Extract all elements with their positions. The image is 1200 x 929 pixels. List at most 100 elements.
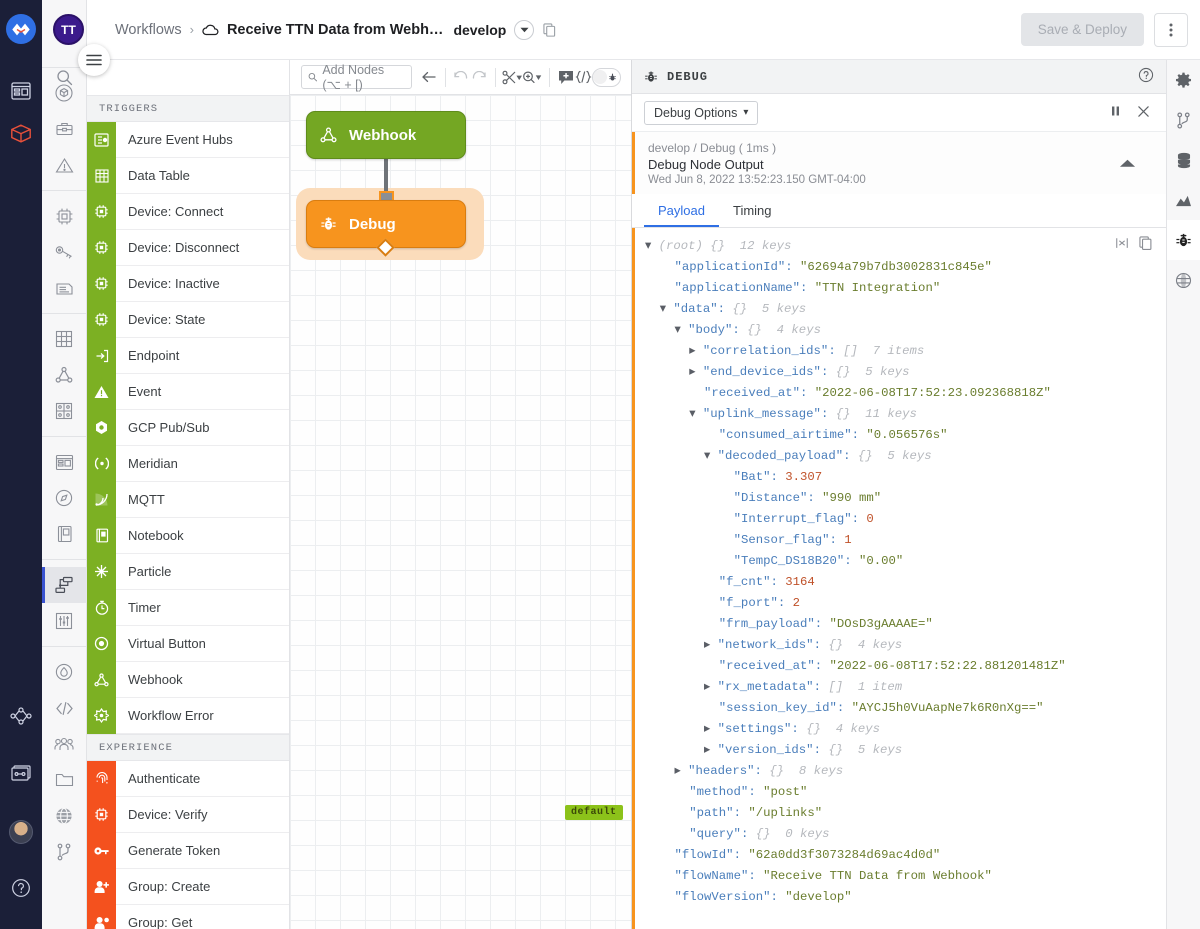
save-and-deploy-button[interactable]: Save & Deploy xyxy=(1020,13,1144,46)
nav-data-logs[interactable] xyxy=(42,270,87,306)
expand-collapse-icon[interactable] xyxy=(1115,236,1129,258)
nav-events[interactable] xyxy=(42,147,87,183)
chart-icon[interactable] xyxy=(1167,180,1200,220)
palette-item-device-disconnect[interactable]: Device: Disconnect xyxy=(87,229,289,266)
braces-icon[interactable] xyxy=(574,64,592,91)
layers-icon[interactable] xyxy=(0,753,42,795)
debug-toggle[interactable] xyxy=(592,67,621,87)
payload-line[interactable]: "Interrupt_flag": 0 xyxy=(645,509,1166,530)
nav-overview[interactable] xyxy=(42,75,87,111)
payload-line[interactable]: "f_cnt": 3164 xyxy=(645,572,1166,593)
payload-line[interactable]: ▾ "uplink_message": {} 11 keys xyxy=(645,404,1166,425)
help-circle-icon[interactable] xyxy=(1138,67,1154,86)
caret-closed-icon[interactable]: ▸ xyxy=(704,722,710,736)
add-nodes-search-input[interactable]: Add Nodes (⌥ + [) xyxy=(301,63,412,92)
payload-line[interactable]: "query": {} 0 keys xyxy=(645,824,1166,845)
caret-open-icon[interactable]: ▾ xyxy=(645,239,651,253)
payload-line[interactable]: "flowVersion": "develop" xyxy=(645,887,1166,908)
payload-line[interactable]: ▸ "rx_metadata": [] 1 item xyxy=(645,677,1166,698)
tab-timing[interactable]: Timing xyxy=(719,194,786,227)
payload-line[interactable]: "flowName": "Receive TTN Data from Webho… xyxy=(645,866,1166,887)
question-circle-icon[interactable] xyxy=(0,867,42,909)
palette-item-particle[interactable]: Particle xyxy=(87,553,289,590)
hamburger-icon[interactable] xyxy=(78,44,110,76)
palette-item-device-inactive[interactable]: Device: Inactive xyxy=(87,265,289,302)
payload-line[interactable]: ▾ (root) {} 12 keys xyxy=(645,236,1166,257)
arrow-left-icon[interactable] xyxy=(421,64,438,91)
payload-line[interactable]: "applicationId": "62694a79b7db3002831c84… xyxy=(645,257,1166,278)
caret-closed-icon[interactable]: ▸ xyxy=(704,638,710,652)
payload-line[interactable]: ▾ "body": {} 4 keys xyxy=(645,320,1166,341)
copy-icon[interactable] xyxy=(543,22,556,37)
database-icon[interactable] xyxy=(1167,140,1200,180)
payload-line[interactable]: "method": "post" xyxy=(645,782,1166,803)
globe-icon[interactable] xyxy=(1167,260,1200,300)
caret-open-icon[interactable]: ▾ xyxy=(660,302,666,316)
palette-item-gcp-pubsub[interactable]: GCP Pub/Sub xyxy=(87,409,289,446)
dashboard-icon[interactable] xyxy=(0,70,42,112)
payload-line[interactable]: "Distance": "990 mm" xyxy=(645,488,1166,509)
caret-open-icon[interactable]: ▾ xyxy=(675,323,681,337)
payload-line[interactable]: ▸ "version_ids": {} 5 keys xyxy=(645,740,1166,761)
caret-closed-icon[interactable]: ▸ xyxy=(689,365,695,379)
nav-experience[interactable] xyxy=(42,480,87,516)
nav-users[interactable] xyxy=(42,726,87,762)
payload-line[interactable]: "applicationName": "TTN Integration" xyxy=(645,278,1166,299)
user-avatar[interactable]: TT xyxy=(53,14,84,45)
payload-line[interactable]: "Sensor_flag": 1 xyxy=(645,530,1166,551)
palette-item-data-table[interactable]: Data Table xyxy=(87,157,289,194)
payload-line[interactable]: ▸ "correlation_ids": [] 7 items xyxy=(645,341,1166,362)
tab-payload[interactable]: Payload xyxy=(644,194,719,227)
payload-line[interactable]: "path": "/uplinks" xyxy=(645,803,1166,824)
caret-closed-icon[interactable]: ▸ xyxy=(675,764,681,778)
payload-line[interactable]: "consumed_airtime": "0.056576s" xyxy=(645,425,1166,446)
caret-closed-icon[interactable]: ▸ xyxy=(689,344,695,358)
nav-domains[interactable] xyxy=(42,798,87,834)
nav-notebooks[interactable] xyxy=(42,516,87,552)
payload-line[interactable]: ▾ "decoded_payload": {} 5 keys xyxy=(645,446,1166,467)
nodes-icon[interactable] xyxy=(0,695,42,737)
workflow-canvas[interactable]: Webhook Debug default xyxy=(290,95,631,929)
close-icon[interactable] xyxy=(1137,105,1150,121)
branch-icon[interactable] xyxy=(1167,100,1200,140)
nav-data-tables[interactable] xyxy=(42,321,87,357)
bug-icon[interactable] xyxy=(1166,220,1200,260)
palette-item-device-connect[interactable]: Device: Connect xyxy=(87,193,289,230)
debug-options-button[interactable]: Debug Options ▾ xyxy=(644,100,759,125)
payload-line[interactable]: "TempC_DS18B20": "0.00" xyxy=(645,551,1166,572)
payload-line[interactable]: "session_key_id": "AYCJ5h0VuAapNe7k6R0nX… xyxy=(645,698,1166,719)
chevron-up-icon[interactable] xyxy=(1119,156,1136,171)
payload-line[interactable]: "Bat": 3.307 xyxy=(645,467,1166,488)
palette-item-azure-event-hubs[interactable]: Azure Event Hubs xyxy=(87,121,289,158)
nav-folders[interactable] xyxy=(42,762,87,798)
losant-logo-icon[interactable] xyxy=(6,14,36,44)
caret-closed-icon[interactable]: ▸ xyxy=(704,680,710,694)
palette-item-timer[interactable]: Timer xyxy=(87,589,289,626)
nav-workflows[interactable] xyxy=(41,567,87,603)
palette-item-webhook[interactable]: Webhook xyxy=(87,661,289,698)
payload-line[interactable]: ▸ "settings": {} 4 keys xyxy=(645,719,1166,740)
zoom-icon[interactable] xyxy=(522,64,542,91)
add-comment-icon[interactable] xyxy=(557,64,574,91)
payload-line[interactable]: "frm_payload": "DOsD3gAAAAE=" xyxy=(645,614,1166,635)
palette-item-virtual-button[interactable]: Virtual Button xyxy=(87,625,289,662)
palette-item-group-get[interactable]: Group: Get xyxy=(87,904,289,929)
redo-icon[interactable] xyxy=(470,64,487,91)
gear-icon[interactable] xyxy=(1167,60,1200,100)
nav-resources[interactable] xyxy=(42,111,87,147)
payload-line[interactable]: "flowId": "62a0dd3f3073284d69ac4d0d" xyxy=(645,845,1166,866)
breadcrumb-workflows[interactable]: Workflows xyxy=(115,22,182,38)
nav-integrations[interactable] xyxy=(42,393,87,429)
payload-line[interactable]: ▾ "data": {} 5 keys xyxy=(645,299,1166,320)
palette-item-workflow-error[interactable]: Workflow Error xyxy=(87,697,289,734)
nav-devices[interactable] xyxy=(42,198,87,234)
caret-open-icon[interactable]: ▾ xyxy=(704,449,710,463)
palette-item-mqtt[interactable]: MQTT xyxy=(87,481,289,518)
palette-item-generate-token[interactable]: Generate Token xyxy=(87,832,289,869)
pause-icon[interactable] xyxy=(1110,105,1121,120)
nav-access-keys[interactable] xyxy=(42,234,87,270)
chevron-down-icon[interactable] xyxy=(514,19,535,40)
canvas-node-webhook[interactable]: Webhook xyxy=(306,111,466,159)
payload-line[interactable]: "f_port": 2 xyxy=(645,593,1166,614)
package-icon[interactable] xyxy=(0,112,42,154)
